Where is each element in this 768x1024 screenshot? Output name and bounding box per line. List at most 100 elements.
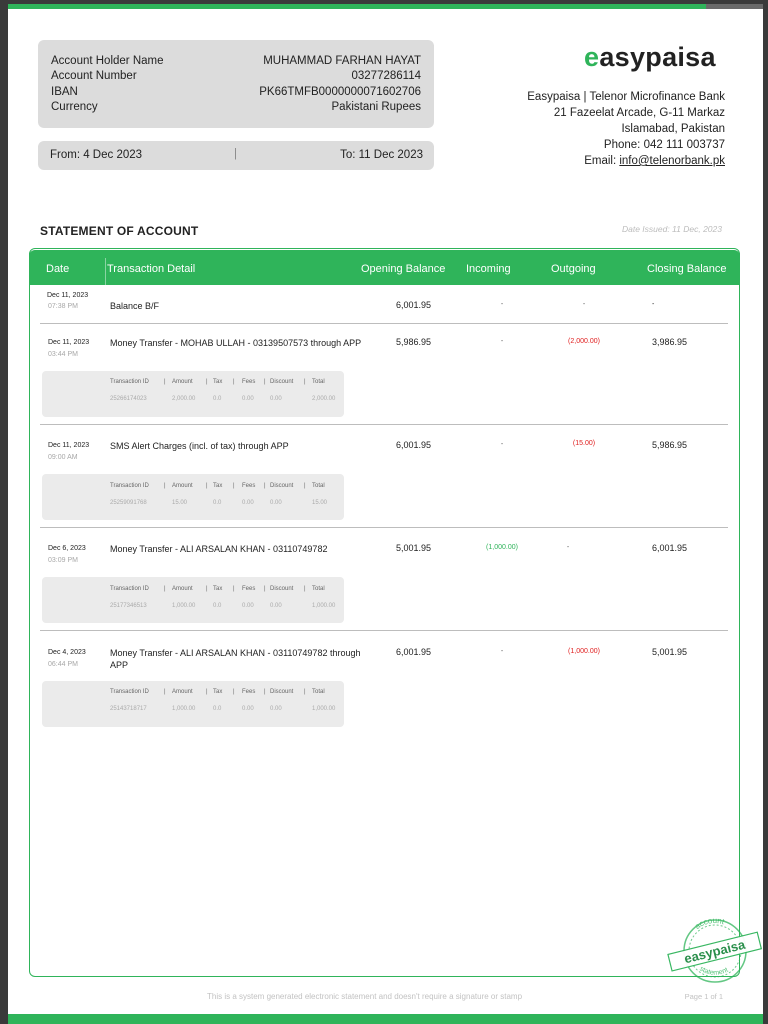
breakdown-fees-header: Fees — [242, 379, 256, 385]
iban-row: IBAN PK66TMFB0000000071602706 — [51, 86, 421, 102]
transaction-breakdown: Transaction ID | Amount | Tax | Fees | D… — [42, 371, 344, 417]
bank-info: Easypaisa | Telenor Microfinance Bank 21… — [527, 89, 725, 169]
bank-email-link[interactable]: info@telenorbank.pk — [619, 155, 725, 167]
breakdown-divider: | — [264, 379, 266, 385]
transaction-breakdown: Transaction ID | Amount | Tax | Fees | D… — [42, 577, 344, 623]
row-closing-balance: - — [652, 301, 655, 308]
bank-address-line-1: 21 Fazeelat Arcade, G-11 Markaz — [553, 107, 725, 119]
row-outgoing: (15.00) — [572, 440, 596, 447]
bank-phone: Phone: 042 111 003737 — [603, 139, 725, 151]
breakdown-txn-id-header: Transaction ID — [110, 483, 149, 489]
currency-label: Currency — [51, 101, 98, 113]
row-incoming: (1,000.00) — [486, 544, 518, 551]
breakdown-amount-header: Amount — [172, 586, 193, 592]
breakdown-discount: 0.00 — [270, 706, 282, 712]
breakdown-divider: | — [304, 483, 306, 489]
row-outgoing: (1,000.00) — [568, 648, 600, 655]
breakdown-txn-id: 25266174023 — [110, 396, 147, 402]
row-closing-balance: 5,001.95 — [652, 647, 688, 657]
row-time: 03:44 PM — [48, 351, 78, 358]
breakdown-fees: 0.00 — [242, 396, 254, 402]
period-to: To: 11 Dec 2023 — [340, 149, 423, 161]
account-holder-value: MUHAMMAD FARHAN HAYAT — [263, 55, 421, 67]
breakdown-divider: | — [206, 483, 208, 489]
account-holder-row: Account Holder Name MUHAMMAD FARHAN HAYA… — [51, 55, 421, 71]
breakdown-tax-header: Tax — [213, 379, 223, 385]
header-accent-bar — [8, 4, 706, 9]
row-closing-balance: 5,986.95 — [652, 440, 688, 450]
breakdown-tax: 0.0 — [213, 396, 222, 402]
transaction-breakdown: Transaction ID | Amount | Tax | Fees | D… — [42, 474, 344, 520]
breakdown-divider: | — [164, 689, 166, 695]
breakdown-divider: | — [304, 379, 306, 385]
breakdown-total: 15.00 — [312, 500, 328, 506]
breakdown-divider: | — [233, 689, 235, 695]
row-time: 06:44 PM — [48, 661, 78, 668]
row-date: Dec 11, 2023 — [48, 339, 90, 346]
statement-title: STATEMENT OF ACCOUNT — [40, 224, 199, 238]
row-separator — [40, 527, 728, 528]
row-time: 09:00 AM — [48, 454, 78, 461]
bank-email-line: Email: info@telenorbank.pk — [527, 153, 725, 169]
viewer-frame-right — [763, 0, 768, 1024]
account-details-box: Account Holder Name MUHAMMAD FARHAN HAYA… — [38, 40, 434, 128]
row-separator — [40, 424, 728, 425]
breakdown-txn-id-header: Transaction ID — [110, 689, 149, 695]
row-time: 03:09 PM — [48, 557, 78, 564]
breakdown-discount: 0.00 — [270, 603, 282, 609]
period-from: From: 4 Dec 2023 — [50, 149, 143, 161]
breakdown-fees-header: Fees — [242, 483, 256, 489]
row-closing-balance: 6,001.95 — [652, 543, 688, 553]
row-separator — [40, 323, 728, 324]
viewer-frame-left — [0, 0, 8, 1024]
breakdown-discount-header: Discount — [270, 483, 294, 489]
row-date: Dec 4, 2023 — [48, 649, 86, 656]
breakdown-total-header: Total — [312, 379, 325, 385]
breakdown-divider: | — [206, 586, 208, 592]
account-number-value: 03277286114 — [351, 70, 422, 82]
breakdown-divider: | — [233, 483, 235, 489]
breakdown-divider: | — [164, 379, 166, 385]
breakdown-tax: 0.0 — [213, 500, 222, 506]
breakdown-fees: 0.00 — [242, 500, 254, 506]
footer-note: This is a system generated electronic st… — [207, 992, 523, 1001]
breakdown-txn-id-header: Transaction ID — [110, 586, 149, 592]
row-outgoing: - — [566, 544, 570, 551]
row-incoming: - — [500, 441, 504, 448]
breakdown-fees-header: Fees — [242, 586, 256, 592]
iban-label: IBAN — [51, 86, 78, 98]
bank-email-label: Email: — [584, 155, 620, 167]
row-outgoing: (2,000.00) — [568, 338, 600, 345]
page-number: Page 1 of 1 — [684, 992, 723, 1001]
breakdown-divider: | — [264, 586, 266, 592]
transaction-breakdown: Transaction ID | Amount | Tax | Fees | D… — [42, 681, 344, 727]
easypaisa-stamp: account statement easypaisa — [667, 915, 763, 983]
row-detail: Money Transfer - MOHAB ULLAH - 031395075… — [110, 338, 362, 348]
breakdown-divider: | — [304, 586, 306, 592]
breakdown-divider: | — [206, 689, 208, 695]
bank-name-line: Easypaisa | Telenor Microfinance Bank — [527, 91, 725, 103]
header-transaction-detail: Transaction Detail — [107, 263, 196, 275]
account-holder-label: Account Holder Name — [51, 55, 164, 67]
breakdown-tax-header: Tax — [213, 689, 223, 695]
breakdown-amount: 2,000.00 — [172, 396, 196, 402]
breakdown-discount-header: Discount — [270, 586, 294, 592]
footer-accent-bar — [8, 1014, 763, 1024]
row-incoming: - — [500, 301, 504, 308]
logo-e-mark: e — [584, 42, 600, 72]
breakdown-total-header: Total — [312, 689, 325, 695]
breakdown-total: 1,000.00 — [312, 603, 336, 609]
breakdown-txn-id: 25143718717 — [110, 706, 147, 712]
breakdown-tax-header: Tax — [213, 586, 223, 592]
breakdown-amount: 1,000.00 — [172, 706, 196, 712]
row-date: Dec 11, 2023 — [47, 292, 89, 299]
row-date: Dec 11, 2023 — [48, 442, 90, 449]
currency-value: Pakistani Rupees — [331, 101, 422, 113]
breakdown-total: 1,000.00 — [312, 706, 336, 712]
row-closing-balance: 3,986.95 — [652, 337, 688, 347]
breakdown-total: 2,000.00 — [312, 396, 336, 402]
breakdown-divider: | — [164, 483, 166, 489]
breakdown-fees-header: Fees — [242, 689, 256, 695]
row-incoming: - — [500, 338, 504, 345]
period-separator: | — [234, 148, 237, 160]
